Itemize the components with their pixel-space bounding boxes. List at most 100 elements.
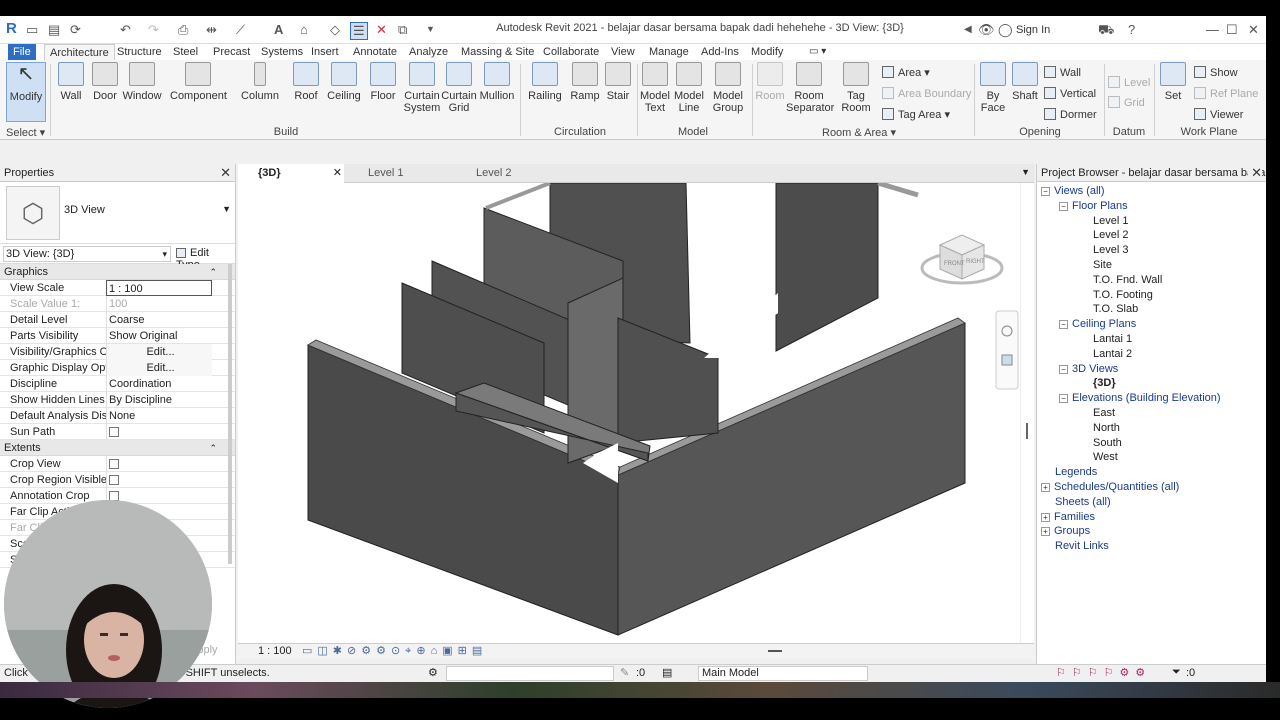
close-window-icon[interactable]: ✕ xyxy=(1248,22,1259,38)
railing-button[interactable]: Railing xyxy=(526,62,564,102)
tag-area-button[interactable]: Tag Area ▾ xyxy=(882,108,950,121)
model-text-button[interactable]: Model Text xyxy=(638,62,672,114)
ramp-button[interactable]: Ramp xyxy=(568,62,602,102)
property-value[interactable] xyxy=(106,424,212,440)
tree-3d-view-item[interactable]: {3D} xyxy=(1093,376,1116,391)
sign-in-link[interactable]: Sign In xyxy=(1016,24,1050,36)
property-value[interactable]: 1 : 100 xyxy=(106,280,212,296)
selection-filters-icons[interactable]: ⚐⚐⚐⚐⚙⚙ xyxy=(1056,666,1151,679)
instance-filter-dropdown[interactable]: 3D View: {3D} ▾ xyxy=(3,246,171,262)
thin-lines-icon[interactable]: ☰ xyxy=(350,22,368,40)
tree-ceiling-plans[interactable]: − Ceiling Plans xyxy=(1059,317,1136,332)
editable-icon[interactable]: ✎ xyxy=(620,666,629,679)
property-value[interactable]: Show Original xyxy=(106,328,212,344)
tree-elevation-item[interactable]: South xyxy=(1093,436,1122,451)
property-row[interactable]: Crop Region Visible xyxy=(0,472,235,488)
roof-button[interactable]: Roof xyxy=(290,62,322,102)
expand-icon[interactable]: + xyxy=(1041,527,1050,537)
save-icon[interactable]: ▤ xyxy=(48,22,60,38)
dimension-icon[interactable]: ⟋ xyxy=(236,22,245,38)
tag-room-button[interactable]: Tag Room xyxy=(838,62,874,114)
tree-floor-plan-item[interactable]: T.O. Footing xyxy=(1093,288,1153,303)
by-face-button[interactable]: By Face xyxy=(978,62,1008,114)
close-icon[interactable]: ✕ xyxy=(1248,164,1262,181)
property-value[interactable]: Coordination xyxy=(106,376,212,392)
floor-button[interactable]: Floor xyxy=(368,62,398,102)
component-button[interactable]: Component xyxy=(170,62,227,102)
mullion-button[interactable]: Mullion xyxy=(478,62,516,102)
close-icon[interactable]: ✕ xyxy=(333,164,342,183)
property-row[interactable]: Default Analysis Dis... None xyxy=(0,408,235,424)
vertical-scrollbar[interactable] xyxy=(1020,183,1034,643)
close-icon[interactable]: ✕ xyxy=(220,164,231,182)
set-work-plane-button[interactable]: Set xyxy=(1158,62,1188,102)
viewcube[interactable]: FRONT RIGHT xyxy=(920,234,1004,285)
property-row[interactable]: Scale Value 1: 100 xyxy=(0,296,235,312)
stair-button[interactable]: Stair xyxy=(602,62,634,102)
room-button[interactable]: Room xyxy=(754,62,786,102)
tab-systems[interactable]: Systems xyxy=(256,44,308,60)
tree-elevations[interactable]: − Elevations (Building Elevation) xyxy=(1059,391,1221,406)
view-controls-icons[interactable]: ▭◫✱⊘⚙⚙⊙⌖⊕⌂▣⊞▤ xyxy=(302,644,487,658)
tab-insert[interactable]: Insert xyxy=(306,44,344,60)
tree-sheets[interactable]: Sheets (all) xyxy=(1055,495,1111,510)
property-row[interactable]: View Scale 1 : 100 xyxy=(0,280,235,296)
tree-ceiling-plan-item[interactable]: Lantai 1 xyxy=(1093,332,1132,347)
3d-view-icon[interactable]: ⌂ xyxy=(300,22,308,37)
tree-groups[interactable]: + Groups xyxy=(1041,524,1090,539)
cart-icon[interactable]: ⛟ xyxy=(1098,22,1114,40)
measure-icon[interactable]: ⇹ xyxy=(206,22,217,38)
curtain-grid-button[interactable]: Curtain Grid xyxy=(440,62,478,114)
tree-schedules[interactable]: + Schedules/Quantities (all) xyxy=(1041,480,1179,495)
property-value[interactable] xyxy=(106,456,212,472)
tab-precast[interactable]: Precast xyxy=(208,44,255,60)
collapse-icon[interactable]: − xyxy=(1059,364,1068,374)
property-row[interactable]: Sun Path xyxy=(0,424,235,440)
expand-icon[interactable]: + xyxy=(1041,483,1050,492)
tab-manage[interactable]: Manage xyxy=(644,44,694,60)
tab-structure[interactable]: Structure xyxy=(112,44,167,60)
tab-massing-site[interactable]: Massing & Site xyxy=(456,44,539,60)
tree-elevation-item[interactable]: West xyxy=(1093,450,1118,465)
h-scroll-thumb[interactable] xyxy=(768,650,782,652)
property-value[interactable]: None xyxy=(106,408,212,424)
checkbox[interactable] xyxy=(109,459,119,469)
ref-plane-button[interactable]: Ref Plane xyxy=(1194,87,1258,100)
checkbox[interactable] xyxy=(109,475,119,485)
scroll-thumb[interactable] xyxy=(1026,423,1028,439)
property-row[interactable]: Crop View xyxy=(0,456,235,472)
close-hidden-icon[interactable]: ✕ xyxy=(376,22,387,38)
show-work-plane-button[interactable]: Show xyxy=(1194,66,1238,79)
door-button[interactable]: Door xyxy=(90,62,120,102)
design-options-icon[interactable]: ▤ xyxy=(662,666,672,679)
level-button[interactable]: Level xyxy=(1108,76,1150,89)
view-scale[interactable]: 1 : 100 xyxy=(258,645,292,657)
section-icon[interactable]: ◇ xyxy=(330,22,340,38)
workset-dropdown[interactable] xyxy=(446,666,614,681)
tab-view[interactable]: View xyxy=(606,44,640,60)
open-icon[interactable]: ▭ xyxy=(26,22,38,38)
model-line-button[interactable]: Model Line xyxy=(672,62,706,114)
ceiling-button[interactable]: Ceiling xyxy=(326,62,362,102)
ribbon-toggle-icon[interactable]: ▭ ▾ xyxy=(804,44,831,60)
filter-icon[interactable]: ⏷ xyxy=(1172,666,1181,679)
minimize-icon[interactable]: — xyxy=(1206,22,1219,37)
property-row[interactable]: Show Hidden Lines By Discipline xyxy=(0,392,235,408)
tab-modify[interactable]: Modify xyxy=(746,44,788,60)
maximize-icon[interactable]: ☐ xyxy=(1226,22,1238,38)
wall-opening-button[interactable]: Wall xyxy=(1044,66,1081,79)
tree-legends[interactable]: Legends xyxy=(1055,465,1097,480)
tab-analyze[interactable]: Analyze xyxy=(404,44,453,60)
shaft-button[interactable]: Shaft xyxy=(1010,62,1040,102)
room-separator-button[interactable]: Room Separator xyxy=(786,62,834,114)
property-value[interactable]: By Discipline xyxy=(106,392,212,408)
tree-floor-plan-item[interactable]: Level 2 xyxy=(1093,228,1128,243)
design-option-dropdown[interactable]: Main Model xyxy=(698,666,868,681)
panel-room-area-label[interactable]: Room & Area ▾ xyxy=(754,126,964,139)
graphics-group-header[interactable]: Graphics ⌃ xyxy=(0,264,235,280)
tree-floor-plan-item[interactable]: Level 1 xyxy=(1093,214,1128,229)
properties-scrollbar[interactable] xyxy=(228,264,232,564)
arrow-left-icon[interactable]: ◀ xyxy=(964,24,972,35)
3d-viewport[interactable]: FRONT RIGHT xyxy=(238,183,1020,643)
curtain-system-button[interactable]: Curtain System xyxy=(402,62,442,114)
